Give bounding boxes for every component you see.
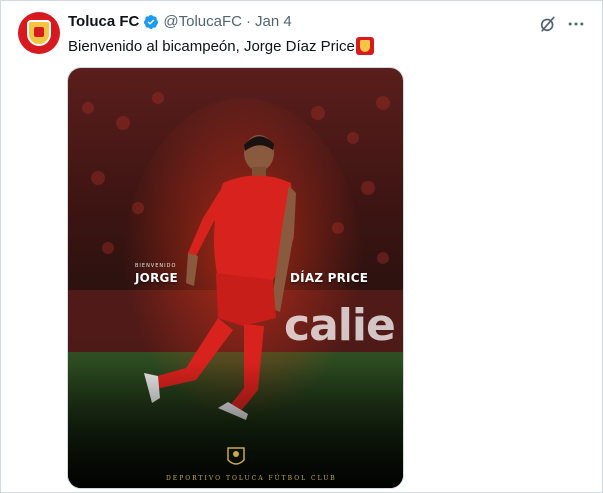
club-footer-text: DEPORTIVO TOLUCA FÚTBOL CLUB: [166, 475, 337, 482]
separator-dot: ·: [245, 13, 251, 30]
player-last-name: DÍAZ PRICE: [290, 271, 369, 285]
kicker-text: BIENVENIDO: [135, 263, 177, 269]
verified-badge-icon[interactable]: [143, 14, 159, 30]
sponsor-ad-text: calie: [284, 300, 396, 351]
player-first-name: JORGE: [135, 271, 178, 285]
timestamp[interactable]: Jan 4: [255, 13, 292, 30]
tweet-text: Bienvenido al bicampeón, Jorge Díaz Pric…: [68, 37, 374, 55]
handle[interactable]: @TolucaFC: [163, 13, 242, 30]
avatar[interactable]: [18, 12, 60, 54]
more-options-icon[interactable]: [566, 14, 586, 34]
tweet-media-image[interactable]: calie BIENVENIDO JORGE DÍAZ PRICE DEPORT…: [67, 67, 404, 489]
tweet-text-body: Bienvenido al bicampeón, Jorge Díaz Pric…: [68, 37, 355, 55]
club-emoji-icon: [355, 37, 374, 55]
display-name[interactable]: Toluca FC: [68, 13, 139, 30]
tweet-header: Toluca FC @TolucaFC · Jan 4: [68, 13, 292, 30]
club-crest-icon: [27, 20, 51, 46]
grok-icon[interactable]: [538, 14, 558, 34]
